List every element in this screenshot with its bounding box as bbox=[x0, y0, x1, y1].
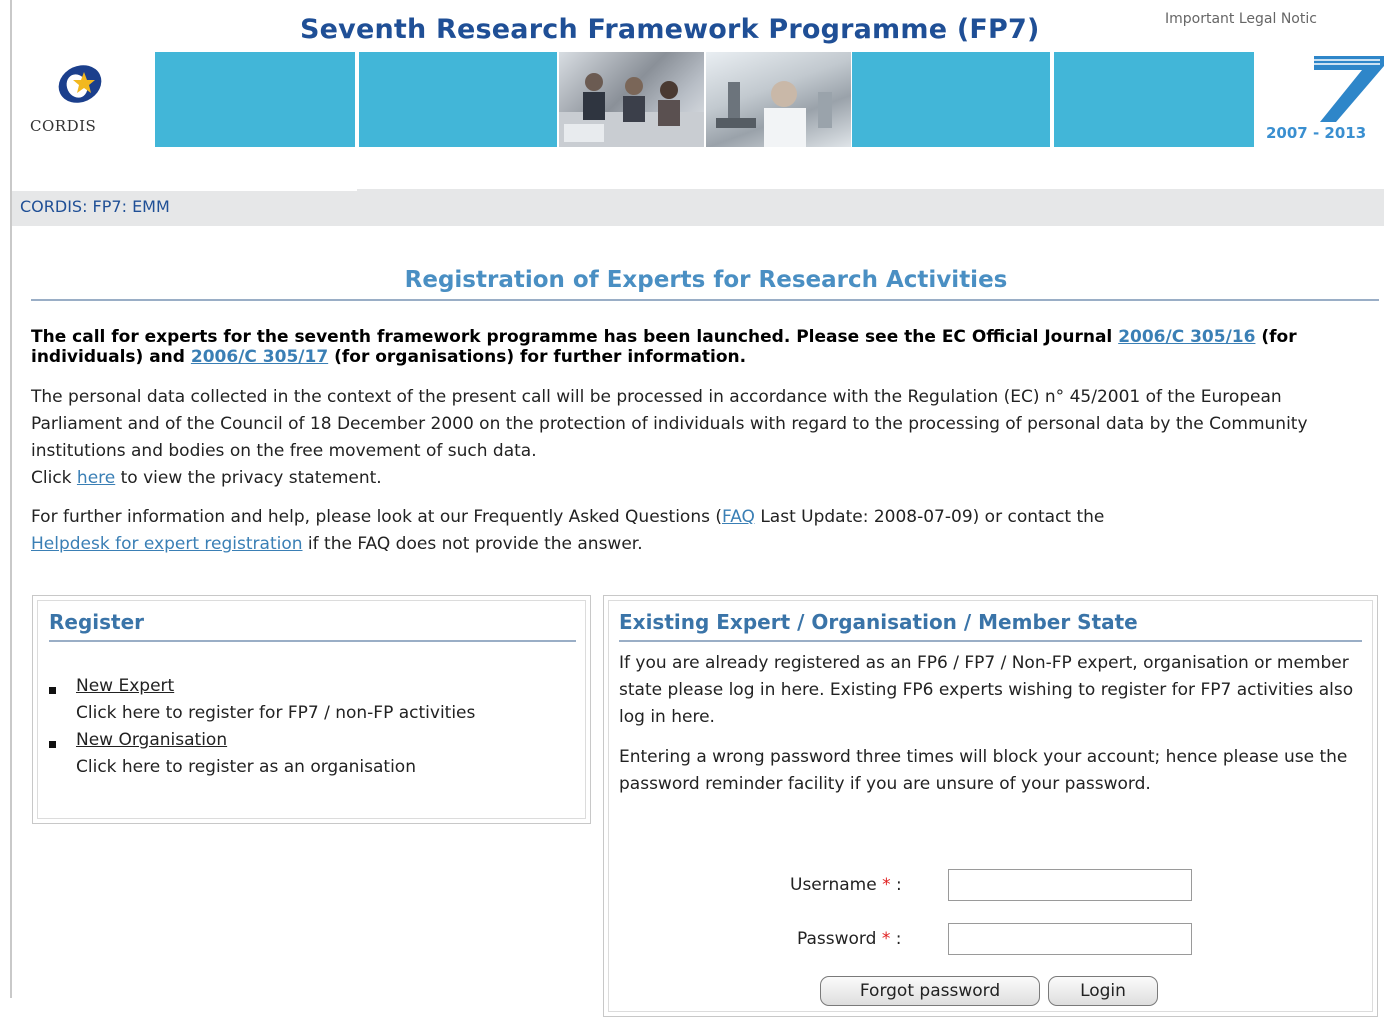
login-heading: Existing Expert / Organisation / Member … bbox=[619, 610, 1138, 634]
call-announcement: The call for experts for the seventh fra… bbox=[31, 327, 1297, 367]
oj-organisations-link[interactable]: 2006/C 305/17 bbox=[191, 347, 328, 367]
new-expert-link[interactable]: New Expert bbox=[76, 676, 174, 696]
forgot-password-button[interactable]: Forgot password bbox=[820, 976, 1040, 1006]
cordis-logo-icon bbox=[58, 65, 102, 103]
banner-panel bbox=[1054, 52, 1254, 147]
fp7-seven-icon bbox=[1314, 56, 1384, 122]
password-label: Password * : bbox=[797, 929, 902, 949]
banner-panel bbox=[155, 52, 355, 147]
helpdesk-link[interactable]: Helpdesk for expert registration bbox=[31, 534, 303, 554]
banner-panel bbox=[852, 52, 1050, 147]
login-button[interactable]: Login bbox=[1048, 976, 1158, 1006]
breadcrumb-bar bbox=[12, 189, 1384, 226]
help-paragraph: For further information and help, please… bbox=[31, 507, 1105, 554]
password-warning-paragraph: Entering a wrong password three times wi… bbox=[619, 747, 1348, 794]
banner-photo-meeting bbox=[559, 52, 704, 147]
banner-photo-laboratory bbox=[706, 52, 851, 147]
bullet-icon bbox=[49, 741, 56, 748]
new-expert-description: Click here to register for FP7 / non-FP … bbox=[76, 703, 476, 723]
fp7-years: 2007 - 2013 bbox=[1266, 124, 1367, 142]
new-organisation-link[interactable]: New Organisation bbox=[76, 730, 227, 750]
privacy-paragraph: The personal data collected in the conte… bbox=[31, 387, 1308, 488]
username-label: Username * : bbox=[790, 875, 902, 895]
left-border bbox=[10, 0, 12, 998]
oj-individuals-link[interactable]: 2006/C 305/16 bbox=[1118, 327, 1255, 347]
password-input[interactable] bbox=[948, 923, 1192, 955]
banner-panel bbox=[359, 52, 557, 147]
username-input[interactable] bbox=[948, 869, 1192, 901]
fp7-logo: 2007 - 2013 bbox=[1262, 52, 1384, 147]
login-info-paragraph: If you are already registered as an FP6 … bbox=[619, 653, 1354, 727]
new-organisation-description: Click here to register as an organisatio… bbox=[76, 757, 416, 777]
cordis-logo[interactable]: CORDIS bbox=[28, 62, 140, 142]
privacy-statement-link[interactable]: here bbox=[77, 468, 115, 488]
register-heading: Register bbox=[49, 610, 145, 634]
site-title: Seventh Research Framework Programme (FP… bbox=[300, 14, 1040, 45]
faq-link[interactable]: FAQ bbox=[722, 507, 755, 527]
register-box: Register New Expert Click here to regist… bbox=[32, 595, 591, 824]
breadcrumb[interactable]: CORDIS: FP7: EMM bbox=[20, 197, 170, 216]
page-title: Registration of Experts for Research Act… bbox=[404, 267, 1008, 293]
legal-notice-link[interactable]: Important Legal Notic bbox=[1165, 11, 1317, 27]
bullet-icon bbox=[49, 687, 56, 694]
login-box: Existing Expert / Organisation / Member … bbox=[603, 595, 1378, 1017]
title-divider bbox=[31, 299, 1379, 301]
cordis-logo-text: CORDIS bbox=[30, 117, 97, 135]
